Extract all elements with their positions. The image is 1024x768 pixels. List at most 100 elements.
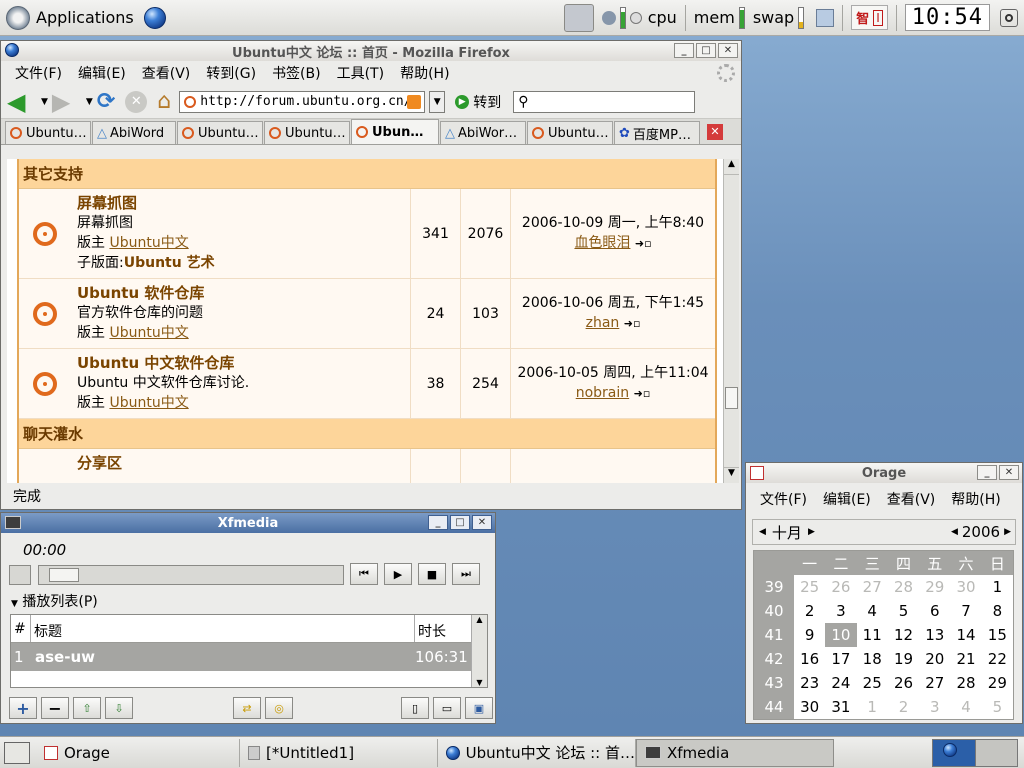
open-folder-icon[interactable]: ▭ xyxy=(433,697,461,719)
calendar-day[interactable]: 25 xyxy=(857,671,888,695)
calendar-day[interactable]: 18 xyxy=(857,647,888,671)
minimize-button[interactable]: _ xyxy=(977,465,997,480)
clock[interactable]: 10:54 xyxy=(904,4,990,31)
calendar-day[interactable]: 16 xyxy=(794,647,825,671)
scroll-up-icon[interactable]: ▲ xyxy=(472,615,487,624)
tab-baidu-mp3[interactable]: ✿ 百度MP… xyxy=(614,121,700,144)
scroll-thumb[interactable] xyxy=(725,387,738,409)
page-scrollbar[interactable]: ▲ ▼ xyxy=(723,159,739,483)
workspace-1[interactable] xyxy=(933,739,975,766)
workspace-2[interactable] xyxy=(975,739,1017,766)
calendar-day[interactable]: 3 xyxy=(825,599,856,623)
last-post-user[interactable]: zhan xyxy=(586,315,620,331)
minimize-button[interactable]: _ xyxy=(428,515,448,530)
calendar-day[interactable]: 25 xyxy=(794,575,825,599)
menu-file[interactable]: 文件(F) xyxy=(752,489,815,509)
menu-go[interactable]: 转到(G) xyxy=(198,63,264,83)
category-header[interactable]: 聊天灌水 xyxy=(19,419,715,449)
eject-icon[interactable] xyxy=(9,565,31,585)
playlist-scrollbar[interactable]: ▲ ▼ xyxy=(471,615,487,687)
prev-year-icon[interactable]: ◀ xyxy=(947,527,962,537)
goto-post-icon[interactable]: ➜▫ xyxy=(634,387,651,400)
power-icon[interactable] xyxy=(1000,8,1018,27)
calendar-day[interactable]: 26 xyxy=(888,671,919,695)
menu-tools[interactable]: 工具(T) xyxy=(329,63,392,83)
menu-view[interactable]: 查看(V) xyxy=(134,63,199,83)
calendar-day[interactable]: 1 xyxy=(857,695,888,719)
rss-icon[interactable] xyxy=(407,94,422,109)
screen-icon[interactable] xyxy=(816,8,835,27)
next-icon[interactable]: ⏭ xyxy=(452,563,480,585)
tab-ubuntu-1[interactable]: Ubuntu… xyxy=(5,121,91,144)
calendar-day[interactable]: 15 xyxy=(982,623,1013,647)
previous-icon[interactable]: ⏮ xyxy=(350,563,378,585)
show-desktop-icon[interactable] xyxy=(4,741,30,764)
calendar-day[interactable]: 2 xyxy=(888,695,919,719)
moderator-link[interactable]: Ubuntu中文 xyxy=(109,235,188,251)
ime-indicator[interactable]: 智 I xyxy=(851,5,888,30)
calendar-day[interactable]: 22 xyxy=(982,647,1013,671)
xfmedia-titlebar[interactable]: Xfmedia _ □ ✕ xyxy=(1,513,495,533)
calendar-day[interactable]: 11 xyxy=(857,623,888,647)
menu-file[interactable]: 文件(F) xyxy=(7,63,70,83)
playlist-row[interactable]: 1 ase-uw 106:31 xyxy=(11,643,487,671)
calendar-day[interactable]: 21 xyxy=(950,647,981,671)
calendar-day[interactable]: 9 xyxy=(794,623,825,647)
moderator-link[interactable]: Ubuntu中文 xyxy=(109,325,188,341)
close-tab-icon[interactable]: ✕ xyxy=(707,124,723,140)
last-post-user[interactable]: nobrain xyxy=(576,385,629,401)
task-orage[interactable]: Orage xyxy=(36,738,240,767)
menu-bookmarks[interactable]: 书签(B) xyxy=(264,63,329,83)
calendar-day[interactable]: 14 xyxy=(950,623,981,647)
menu-help[interactable]: 帮助(H) xyxy=(943,489,1008,509)
calendar-day[interactable]: 5 xyxy=(982,695,1013,719)
calendar-day[interactable]: 1 xyxy=(982,575,1013,599)
tab-abiword-1[interactable]: △ AbiWord xyxy=(92,121,176,144)
task-firefox[interactable]: Ubuntu中文 论坛 :: 首… xyxy=(438,738,636,767)
maximize-button[interactable]: □ xyxy=(696,43,716,58)
menu-edit[interactable]: 编辑(E) xyxy=(70,63,134,83)
minimize-button[interactable]: _ xyxy=(674,43,694,58)
calendar-day[interactable]: 17 xyxy=(825,647,856,671)
task-xfmedia[interactable]: Xfmedia xyxy=(636,738,834,767)
column-num[interactable]: # xyxy=(11,615,31,642)
orage-titlebar[interactable]: Orage _ ✕ xyxy=(746,463,1022,483)
url-input[interactable]: http://forum.ubuntu.org.cn/i xyxy=(179,90,426,113)
scroll-down-icon[interactable]: ▼ xyxy=(472,678,487,687)
back-dropdown-icon[interactable]: ▼ xyxy=(41,97,48,107)
home-icon[interactable]: ⌂ xyxy=(157,89,171,114)
forum-title[interactable]: Ubuntu 软件仓库 xyxy=(77,283,404,303)
close-button[interactable]: ✕ xyxy=(472,515,492,530)
tab-ubuntu-2[interactable]: Ubuntu… xyxy=(177,121,263,144)
calendar-day[interactable]: 28 xyxy=(888,575,919,599)
menu-view[interactable]: 查看(V) xyxy=(879,489,944,509)
browser-launcher-icon[interactable] xyxy=(143,6,166,29)
forum-title[interactable]: Ubuntu 中文软件仓库 xyxy=(77,353,404,373)
calendar-day[interactable]: 3 xyxy=(919,695,950,719)
menu-help[interactable]: 帮助(H) xyxy=(392,63,457,83)
url-dropdown-icon[interactable]: ▼ xyxy=(429,90,446,113)
next-month-icon[interactable]: ▶ xyxy=(802,527,821,537)
back-icon[interactable]: ◀ xyxy=(7,88,37,116)
calendar-day[interactable]: 7 xyxy=(950,599,981,623)
calendar-day[interactable]: 20 xyxy=(919,647,950,671)
forward-icon[interactable]: ▶ xyxy=(52,88,82,116)
calendar-day[interactable]: 4 xyxy=(950,695,981,719)
calendar-day[interactable]: 13 xyxy=(919,623,950,647)
play-icon[interactable]: ▶ xyxy=(384,563,412,585)
firefox-window-icon[interactable] xyxy=(5,43,19,57)
calendar-day[interactable]: 2 xyxy=(794,599,825,623)
calendar-day[interactable]: 30 xyxy=(794,695,825,719)
calendar-day[interactable]: 6 xyxy=(919,599,950,623)
close-button[interactable]: ✕ xyxy=(718,43,738,58)
calendar-day[interactable]: 29 xyxy=(919,575,950,599)
calendar-day[interactable]: 8 xyxy=(982,599,1013,623)
seek-thumb[interactable] xyxy=(49,568,80,582)
repeat-icon[interactable]: ◎ xyxy=(265,697,293,719)
task-abiword[interactable]: [*Untitled1] xyxy=(240,738,438,767)
column-length[interactable]: 时长 xyxy=(415,615,467,642)
screenshot-launcher-icon[interactable] xyxy=(563,3,594,32)
calendar-day[interactable]: 28 xyxy=(950,671,981,695)
moderator-link[interactable]: Ubuntu中文 xyxy=(109,395,188,411)
move-up-icon[interactable]: ⇧ xyxy=(73,697,101,719)
